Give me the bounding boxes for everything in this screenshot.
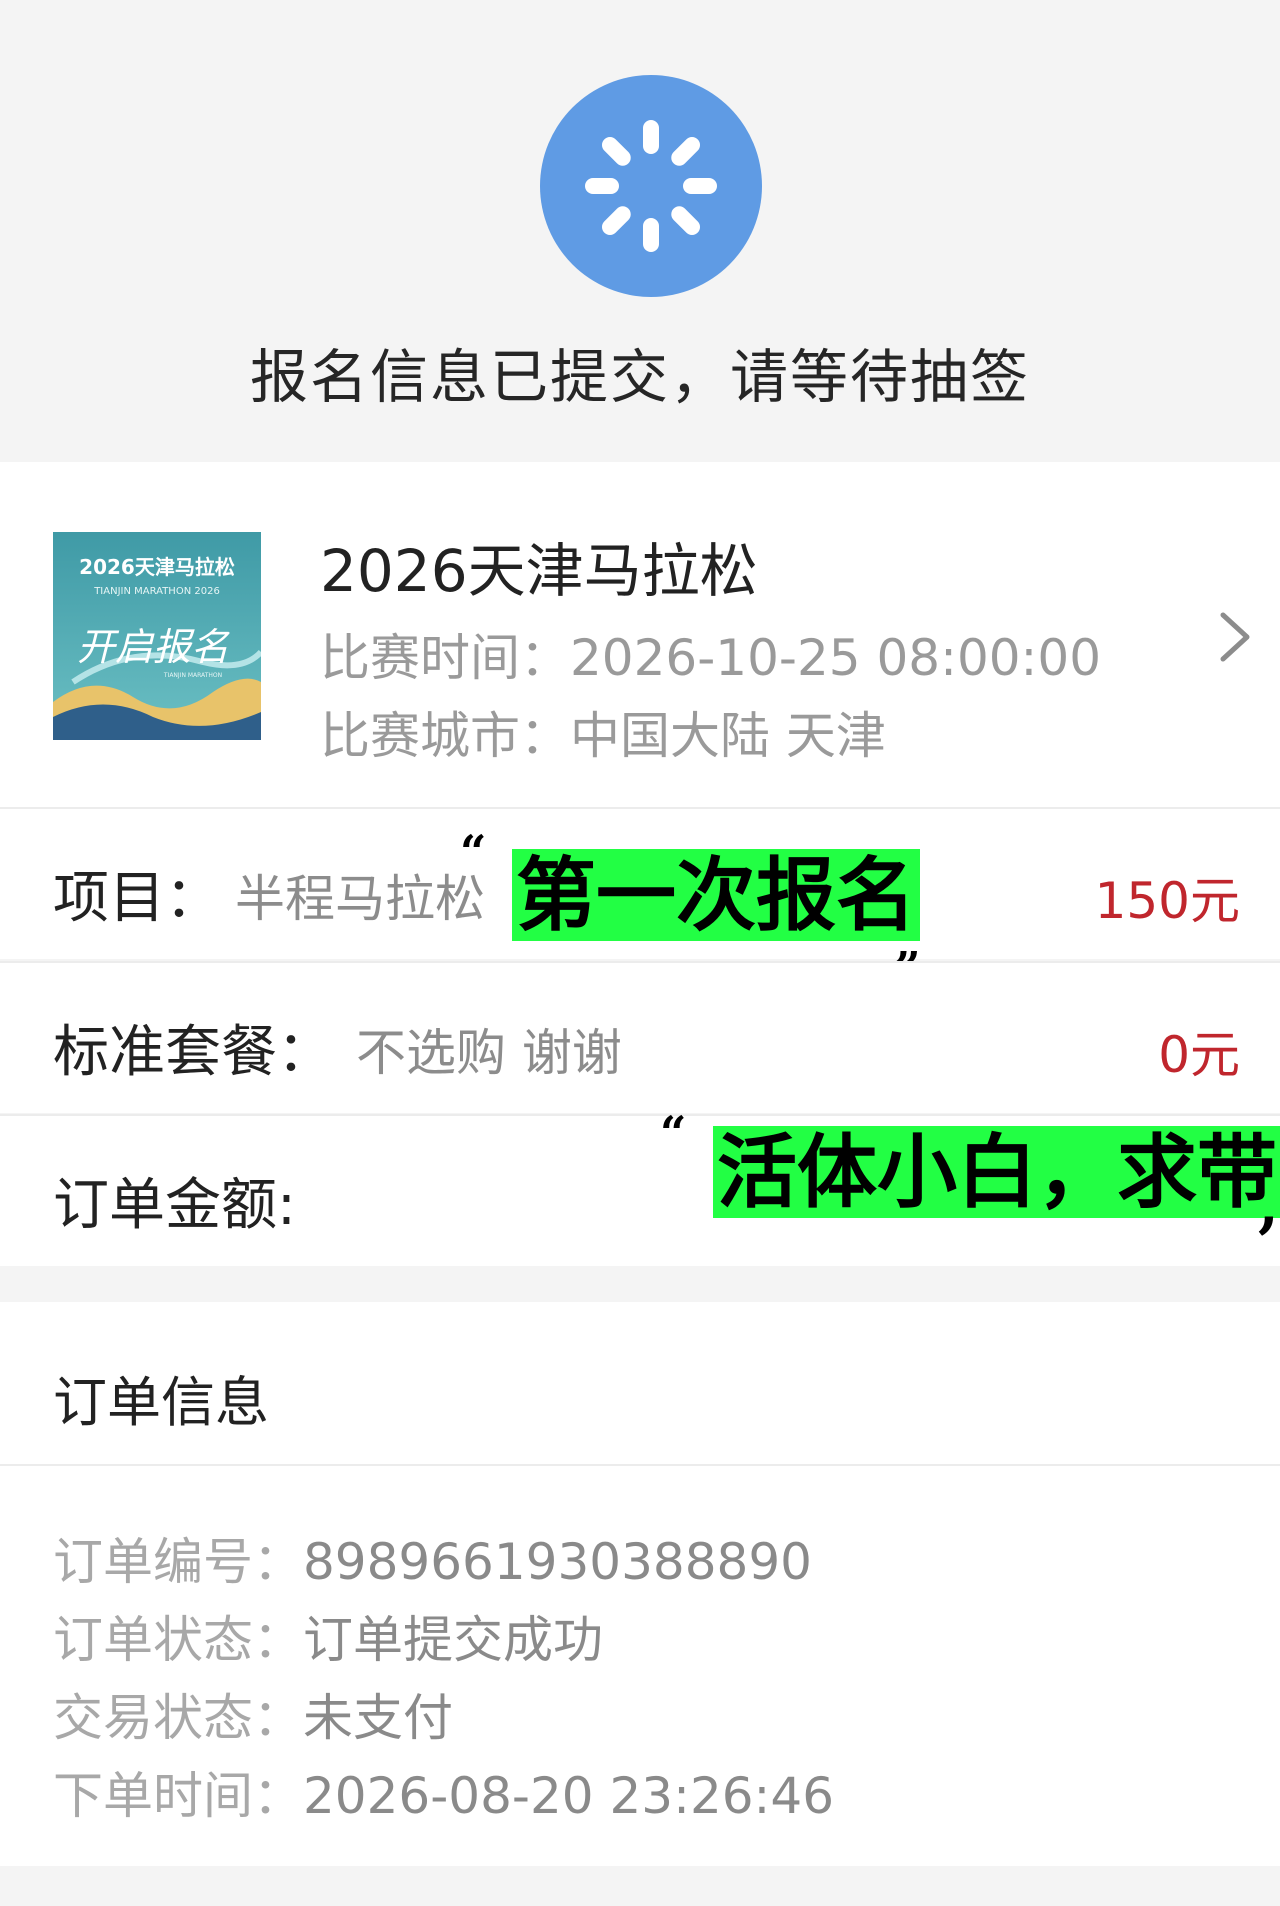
order-status: 订单状态：订单提交成功 (53, 1600, 603, 1672)
annotation-open-quote-2: “ (660, 1106, 687, 1160)
annotation-first-registration: 第一次报名 (512, 849, 920, 941)
package-row: 标准套餐： 不选购 谢谢 0元 (0, 961, 1280, 1113)
thumbnail-title: 2026天津马拉松 (79, 555, 235, 579)
annotation-open-quote: “ (460, 825, 487, 879)
event-city: 比赛城市：中国大陆 天津 (320, 696, 886, 768)
event-city-label: 比赛城市： (320, 707, 570, 765)
event-card[interactable]: 2026天津马拉松 TIANJIN MARATHON 2026 开启报名 TIA… (0, 462, 1280, 807)
loading-spinner-icon (540, 75, 762, 297)
annotation-close-quote-2: , (1258, 1171, 1279, 1241)
amount-label: 订单金额: (53, 1173, 296, 1238)
event-thumbnail: 2026天津马拉松 TIANJIN MARATHON 2026 开启报名 TIA… (53, 532, 261, 740)
package-label: 标准套餐： (53, 1020, 333, 1085)
project-price: 150元 (1094, 872, 1240, 930)
package-price: 0元 (1158, 1026, 1240, 1084)
annotation-beginner-request: 活体小白，求带 (713, 1126, 1280, 1218)
thumbnail-subtitle: TIANJIN MARATHON 2026 (93, 586, 220, 597)
event-title: 2026天津马拉松 (320, 537, 758, 605)
status-header: 报名信息已提交，请等待抽签 (0, 0, 1280, 462)
order-status-value: 订单提交成功 (303, 1611, 603, 1669)
event-city-value: 中国大陆 天津 (570, 707, 886, 765)
trade-status-value: 未支付 (303, 1689, 453, 1747)
order-info-header: 订单信息 (53, 1371, 269, 1434)
project-label: 项目： (53, 866, 221, 931)
order-info-card: 订单信息 订单编号：8989661930388890 订单状态：订单提交成功 交… (0, 1302, 1280, 1866)
trade-status-label: 交易状态： (53, 1689, 303, 1747)
event-time: 比赛时间：2026-10-25 08:00:00 (320, 618, 1101, 690)
chevron-right-icon[interactable] (1215, 607, 1255, 667)
status-title: 报名信息已提交，请等待抽签 (249, 343, 1030, 411)
thumbnail-small-text: TIANJIN MARATHON (163, 672, 222, 679)
order-time: 下单时间：2026-08-20 23:26:46 (53, 1756, 834, 1828)
divider (0, 1464, 1280, 1466)
event-time-label: 比赛时间： (320, 629, 570, 687)
order-number-value: 8989661930388890 (303, 1533, 812, 1591)
spinner-graphic (585, 120, 717, 252)
order-time-label: 下单时间： (53, 1767, 303, 1825)
thumbnail-slogan: 开启报名 (77, 625, 230, 669)
project-value: 半程马拉松 (235, 870, 485, 928)
order-number-label: 订单编号： (53, 1533, 303, 1591)
order-time-value: 2026-08-20 23:26:46 (303, 1767, 835, 1825)
package-value: 不选购 谢谢 (356, 1024, 622, 1082)
trade-status: 交易状态：未支付 (53, 1678, 453, 1750)
annotation-close-quote: „ (895, 915, 922, 969)
event-time-value: 2026-10-25 08:00:00 (570, 629, 1102, 687)
order-status-label: 订单状态： (53, 1611, 303, 1669)
amount-row: 订单金额: “ 活体小白，求带 , (0, 1110, 1280, 1266)
project-row: 项目： 半程马拉松 “ 第一次报名 „ 150元 (0, 807, 1280, 965)
order-number: 订单编号：8989661930388890 (53, 1522, 812, 1594)
